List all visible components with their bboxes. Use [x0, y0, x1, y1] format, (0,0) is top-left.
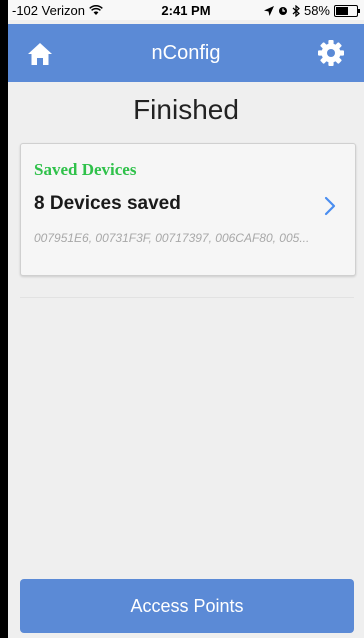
card-label: Saved Devices: [34, 160, 137, 179]
bluetooth-icon: [292, 4, 300, 17]
divider: [20, 297, 354, 298]
page-title: Finished: [133, 94, 239, 125]
app-screen: -102 Verizon 2:41 PM 58% nConfig Finishe…: [8, 0, 364, 638]
nav-bar: nConfig: [8, 24, 364, 82]
card-title: 8 Devices saved: [34, 193, 181, 214]
status-bar: -102 Verizon 2:41 PM 58%: [8, 0, 364, 20]
status-right-group: 58%: [263, 3, 360, 18]
device-id-list: 007951E6, 00731F3F, 00717397, 006CAF80, …: [34, 231, 310, 245]
battery-icon: [334, 4, 360, 17]
gear-icon[interactable]: [316, 38, 346, 68]
saved-devices-card[interactable]: Saved Devices 8 Devices saved 007951E6, …: [20, 143, 356, 276]
alarm-icon: [278, 6, 287, 15]
battery-level-fill: [336, 6, 348, 15]
chevron-right-icon[interactable]: [323, 195, 337, 217]
nav-title: nConfig: [151, 42, 221, 64]
access-points-button[interactable]: Access Points: [20, 579, 354, 633]
location-icon: [263, 5, 274, 16]
battery-percent: 58%: [303, 3, 330, 18]
